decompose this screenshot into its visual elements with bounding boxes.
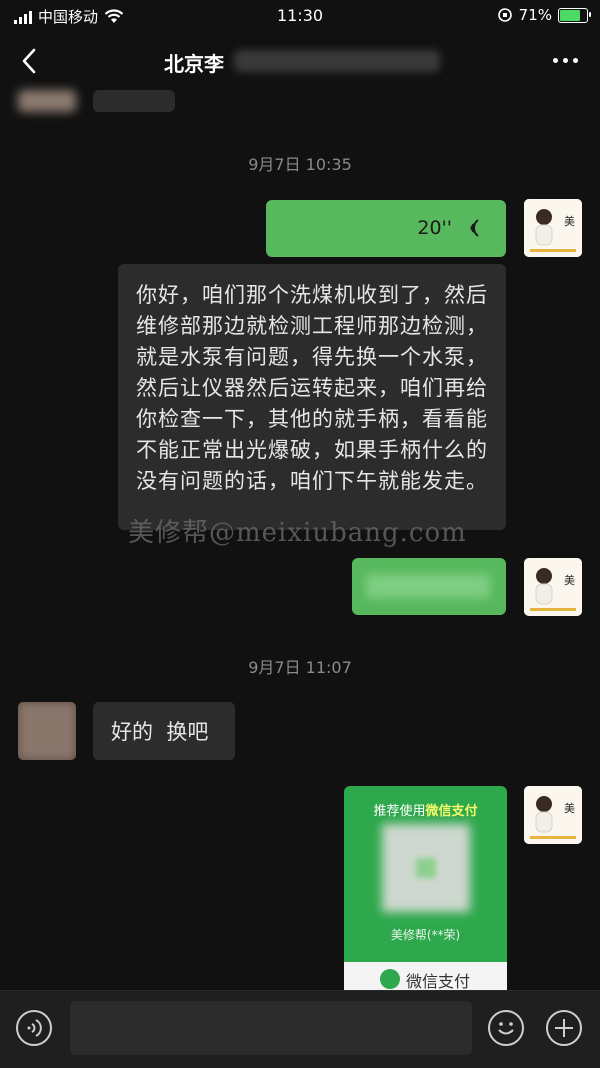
qr-center-logo: [416, 858, 436, 878]
voice-wave-icon: [470, 219, 479, 237]
nav-bar: 北京李: [0, 34, 600, 90]
message-input[interactable]: [70, 1001, 472, 1055]
chevron-left-icon[interactable]: [18, 46, 42, 76]
voice-duration: 20'': [417, 217, 452, 239]
emoji-icon: [498, 1022, 514, 1035]
emoji-button[interactable]: [488, 1010, 524, 1046]
svg-text:美: 美: [564, 802, 575, 815]
input-bar: [0, 990, 600, 1068]
my-avatar[interactable]: 美: [524, 786, 582, 844]
svg-text:美: 美: [564, 215, 575, 228]
plus-icon: [555, 1019, 573, 1037]
transcript-text: 你好，咱们那个洗煤机收到了，然后维修部那边就检测工程师那边检测，就是水泵有问题，…: [136, 283, 488, 493]
message-timestamp: 9月7日 11:07: [248, 658, 352, 677]
status-right: 71%: [497, 6, 591, 24]
chat-title: 北京李: [164, 52, 224, 76]
my-avatar[interactable]: 美: [524, 558, 582, 616]
previous-message-bubble: [93, 90, 175, 112]
more-dots-icon[interactable]: [553, 58, 578, 63]
contact-avatar[interactable]: [18, 90, 76, 112]
watermark: 美修帮@meixiubang.com: [128, 518, 467, 548]
voice-wave-icon: [27, 1019, 42, 1037]
profile-photo-icon: 美: [524, 786, 582, 844]
voice-input-button[interactable]: [16, 1010, 52, 1046]
payment-qr-card[interactable]: 推荐使用微信支付 美修帮(**荣) 微信支付: [344, 786, 507, 996]
voice-transcript-bubble[interactable]: 你好，咱们那个洗煤机收到了，然后维修部那边就检测工程师那边检测，就是水泵有问题，…: [118, 264, 506, 530]
payment-card-header: 推荐使用微信支付: [373, 804, 478, 819]
voice-message-bubble[interactable]: 20'': [266, 200, 506, 257]
battery-icon: [558, 7, 591, 23]
reply-text: 好的 换吧: [111, 720, 209, 744]
svg-text:美: 美: [564, 574, 575, 587]
wechat-pay-icon: [380, 969, 400, 989]
profile-photo-icon: 美: [524, 199, 582, 257]
redacted-message-bubble[interactable]: [352, 558, 506, 615]
profile-photo-icon: 美: [524, 558, 582, 616]
status-bar: 中国移动 11:30 71%: [0, 0, 600, 34]
contact-avatar[interactable]: [18, 702, 76, 760]
payee-name: 美修帮(**荣): [390, 928, 461, 942]
add-button[interactable]: [546, 1010, 582, 1046]
reply-message-bubble[interactable]: 好的 换吧: [93, 702, 235, 760]
my-avatar[interactable]: 美: [524, 199, 582, 257]
orientation-lock-icon: [497, 8, 512, 22]
message-timestamp: 9月7日 10:35: [248, 155, 352, 174]
redacted-title: [234, 50, 440, 72]
battery-percent: 71%: [518, 6, 552, 24]
